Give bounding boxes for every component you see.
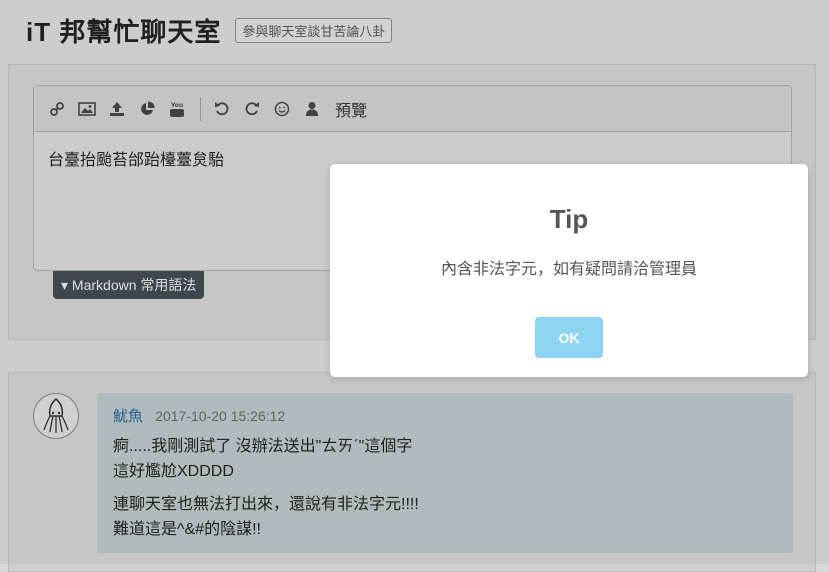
ok-button[interactable]: OK	[535, 317, 603, 358]
tip-dialog: Tip 內含非法字元，如有疑問請洽管理員 OK	[330, 164, 808, 377]
dialog-message: 內含非法字元，如有疑問請洽管理員	[440, 261, 697, 278]
dialog-title: Tip	[549, 204, 589, 234]
